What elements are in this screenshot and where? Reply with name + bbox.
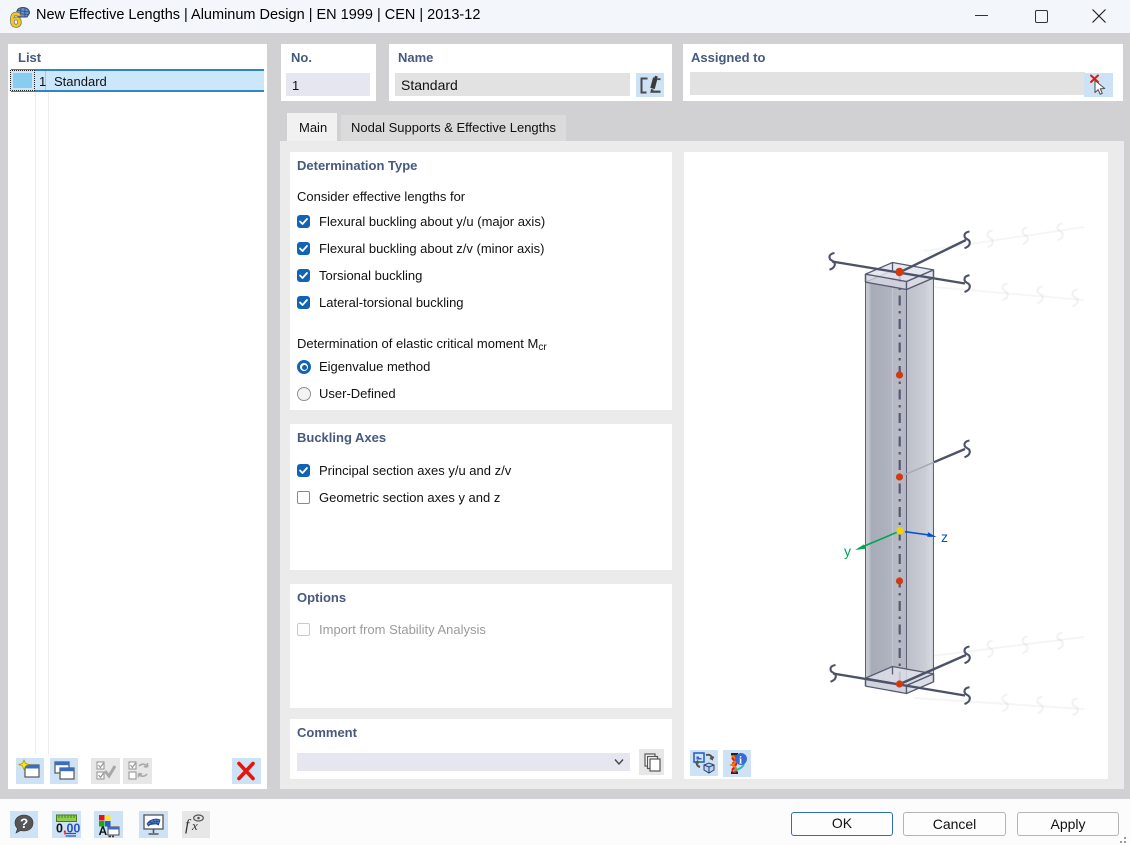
svg-text:z: z [941,529,948,545]
svg-text:A: A [99,824,108,838]
svg-text:f: f [185,817,192,834]
svg-text:i: i [739,755,742,767]
svg-text:?: ? [20,816,28,831]
svg-text:6: 6 [10,9,22,30]
svg-text:y: y [844,543,851,559]
